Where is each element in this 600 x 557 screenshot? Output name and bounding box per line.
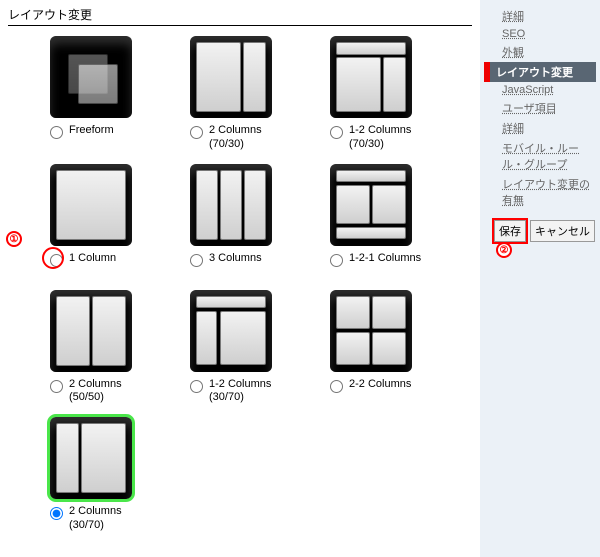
layout-grid: ① Freeform 2 Columns (70/30) 1-2 Columns… [8, 36, 472, 545]
layout-option[interactable]: Freeform [30, 36, 170, 152]
layout-caption[interactable]: 1-2-1 Columns [330, 252, 450, 278]
sidebar-item[interactable]: レイアウト変更 [484, 62, 596, 82]
layout-caption[interactable]: 2 Columns (50/50) [50, 378, 170, 406]
save-button[interactable]: 保存 [494, 220, 526, 242]
sidebar-item[interactable]: 詳細 [484, 6, 596, 26]
layout-radio[interactable] [330, 380, 343, 393]
layout-label: 1-2-1 Columns [349, 252, 421, 266]
red-circle-annotation [42, 247, 64, 269]
layout-label: Freeform [69, 124, 114, 138]
layout-option[interactable]: 3 Columns [170, 164, 310, 278]
sidebar-item[interactable]: モバイル・ルール・グループ [484, 138, 596, 174]
annotation-two: ② [496, 242, 512, 258]
layout-thumb[interactable] [330, 290, 412, 372]
layout-radio[interactable] [50, 507, 63, 520]
layout-caption[interactable]: Freeform [50, 124, 170, 150]
layout-label: 2 Columns (70/30) [209, 124, 262, 152]
layout-label: 1-2 Columns (70/30) [349, 124, 411, 152]
layout-option[interactable]: 1-2-1 Columns [310, 164, 450, 278]
layout-thumb[interactable] [330, 36, 412, 118]
layout-option[interactable]: 2 Columns (30/70) [30, 417, 170, 533]
layout-radio[interactable] [330, 254, 343, 267]
layout-thumb[interactable] [190, 36, 272, 118]
layout-caption[interactable]: 1-2 Columns (30/70) [190, 378, 310, 406]
layout-thumb[interactable] [50, 36, 132, 118]
layout-thumb[interactable] [50, 290, 132, 372]
layout-label: 2 Columns (50/50) [69, 378, 122, 406]
sidebar-item[interactable]: JavaScript [484, 82, 596, 98]
layout-radio[interactable] [190, 126, 203, 139]
layout-option[interactable]: 1 Column [30, 164, 170, 278]
layout-caption[interactable]: 2 Columns (30/70) [50, 505, 170, 533]
page-title: レイアウト変更 [8, 4, 472, 26]
layout-thumb[interactable] [190, 290, 272, 372]
sidebar-item[interactable]: 詳細 [484, 118, 596, 138]
layout-caption[interactable]: 3 Columns [190, 252, 310, 278]
layout-radio[interactable] [330, 126, 343, 139]
layout-radio[interactable] [50, 380, 63, 393]
layout-label: 2 Columns (30/70) [69, 505, 122, 533]
layout-thumb[interactable] [330, 164, 412, 246]
layout-option[interactable]: 1-2 Columns (30/70) [170, 290, 310, 406]
layout-label: 2-2 Columns [349, 378, 411, 392]
sidebar-item[interactable]: SEO [484, 26, 596, 42]
layout-label: 1 Column [69, 252, 116, 266]
layout-caption[interactable]: 1-2 Columns (70/30) [330, 124, 450, 152]
sidebar-item[interactable]: レイアウト変更の有無 [484, 174, 596, 210]
layout-label: 3 Columns [209, 252, 262, 266]
layout-caption[interactable]: 2-2 Columns [330, 378, 450, 404]
sidebar-item[interactable]: ユーザ項目 [484, 98, 596, 118]
layout-radio[interactable] [190, 380, 203, 393]
layout-thumb[interactable] [190, 164, 272, 246]
layout-label: 1-2 Columns (30/70) [209, 378, 271, 406]
layout-option[interactable]: 2-2 Columns [310, 290, 450, 406]
layout-thumb[interactable] [50, 164, 132, 246]
layout-caption[interactable]: 2 Columns (70/30) [190, 124, 310, 152]
layout-thumb[interactable] [50, 417, 132, 499]
sidebar-item[interactable]: 外観 [484, 42, 596, 62]
layout-option[interactable]: 2 Columns (70/30) [170, 36, 310, 152]
layout-option[interactable]: 2 Columns (50/50) [30, 290, 170, 406]
layout-radio[interactable] [50, 126, 63, 139]
annotation-one: ① [6, 231, 22, 247]
layout-caption[interactable]: 1 Column [50, 252, 170, 278]
layout-option[interactable]: 1-2 Columns (70/30) [310, 36, 450, 152]
layout-radio[interactable] [190, 254, 203, 267]
cancel-button[interactable]: キャンセル [530, 220, 595, 242]
sidebar: 詳細SEO外観レイアウト変更JavaScriptユーザ項目詳細モバイル・ルール・… [480, 0, 600, 557]
